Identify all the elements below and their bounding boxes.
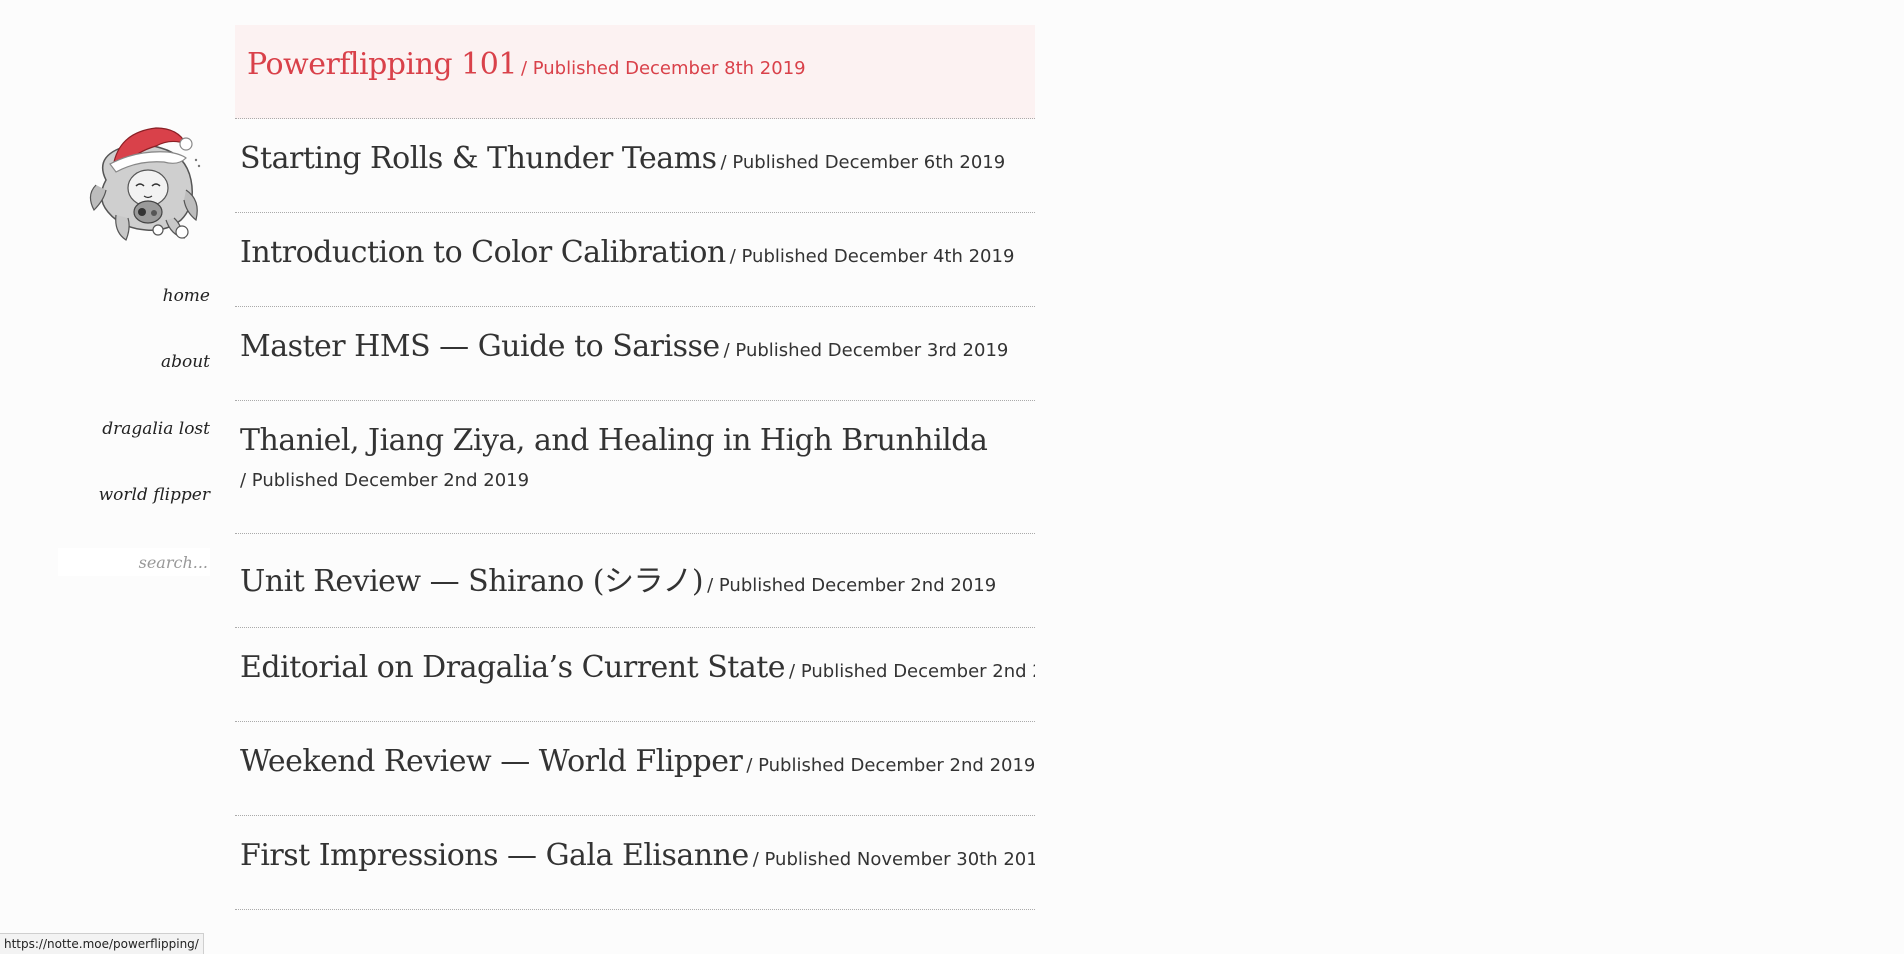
post-title: Starting Rolls & Thunder Teams bbox=[240, 141, 717, 176]
post-title: Introduction to Color Calibration bbox=[240, 235, 726, 270]
post-item-weekend-review-world-flipper[interactable]: Weekend Review — World Flipper / Publishe… bbox=[235, 722, 1035, 816]
post-item-starting-rolls[interactable]: Starting Rolls & Thunder Teams / Publishe… bbox=[235, 119, 1035, 213]
nav-home[interactable]: home bbox=[163, 286, 210, 306]
avatar[interactable] bbox=[86, 120, 206, 245]
post-title: Powerflipping 101 bbox=[247, 47, 517, 82]
post-date: / Published December 2nd 2019 bbox=[707, 575, 997, 596]
post-item-gala-elisanne[interactable]: First Impressions — Gala Elisanne / Publi… bbox=[235, 816, 1035, 910]
post-date: / Published December 2nd 2019 bbox=[240, 470, 530, 491]
post-date: / Published December 8th 2019 bbox=[520, 58, 806, 79]
page: home about dragalia lost world flipper P… bbox=[0, 0, 1904, 954]
post-title: Thaniel, Jiang Ziya, and Healing in High… bbox=[240, 423, 988, 458]
post-date: / Published December 2nd 2019 bbox=[789, 661, 1035, 682]
post-title: Editorial on Dragalia’s Current State bbox=[240, 650, 786, 685]
post-date: / Published December 4th 2019 bbox=[729, 246, 1015, 267]
post-item-unit-review-shirano[interactable]: Unit Review — Shirano (シラノ) / Published D… bbox=[235, 534, 1035, 628]
post-date: / Published December 2nd 2019 bbox=[746, 755, 1035, 776]
post-item-color-calibration[interactable]: Introduction to Color Calibration / Publi… bbox=[235, 213, 1035, 307]
post-date: / Published December 6th 2019 bbox=[720, 152, 1006, 173]
post-date: / Published November 30th 2019 bbox=[752, 849, 1035, 870]
nav-about[interactable]: about bbox=[161, 352, 210, 372]
post-item-thaniel-jiang-ziya[interactable]: Thaniel, Jiang Ziya, and Healing in High… bbox=[235, 401, 1035, 534]
post-date: / Published December 3rd 2019 bbox=[723, 340, 1009, 361]
post-item-editorial-dragalia[interactable]: Editorial on Dragalia’s Current State / P… bbox=[235, 628, 1035, 722]
post-title: Weekend Review — World Flipper bbox=[240, 744, 743, 779]
status-bar-url: https://notte.moe/powerflipping/ bbox=[0, 933, 204, 954]
nav-world-flipper[interactable]: world flipper bbox=[99, 485, 210, 505]
post-item-master-hms-sarisse[interactable]: Master HMS — Guide to Sarisse / Published… bbox=[235, 307, 1035, 401]
post-item-powerflipping-101[interactable]: Powerflipping 101/ Published December 8t… bbox=[235, 25, 1035, 119]
post-title: First Impressions — Gala Elisanne bbox=[240, 838, 749, 873]
post-title: Master HMS — Guide to Sarisse bbox=[240, 329, 720, 364]
nav-dragalia-lost[interactable]: dragalia lost bbox=[102, 419, 210, 439]
post-title: Unit Review — Shirano (シラノ) bbox=[240, 564, 704, 599]
search-input[interactable] bbox=[58, 548, 210, 576]
post-list: Powerflipping 101/ Published December 8t… bbox=[235, 25, 1035, 910]
sidebar: home about dragalia lost world flipper bbox=[0, 0, 220, 954]
